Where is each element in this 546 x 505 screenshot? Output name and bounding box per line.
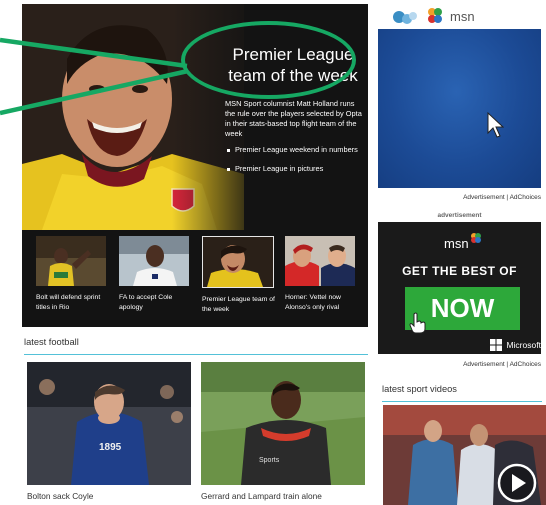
microsoft-logo-icon bbox=[490, 338, 502, 351]
news-card-gerrard-lampard[interactable]: Sports Gerrard and Lampard train alone bbox=[201, 362, 365, 501]
ad-tagline: GET THE BEST OF bbox=[402, 264, 517, 278]
msn-ad-get-the-best[interactable]: msn GET THE BEST OF NOW Microsoft bbox=[378, 222, 541, 354]
advertisement-label: advertisement bbox=[437, 212, 482, 219]
hand-cursor-icon bbox=[409, 312, 426, 334]
latest-sport-videos-heading: latest sport videos bbox=[382, 384, 542, 402]
latest-football-heading: latest football bbox=[24, 337, 368, 355]
msn-butterfly-icon bbox=[428, 8, 442, 23]
news-card-caption[interactable]: Bolton sack Coyle bbox=[27, 491, 191, 501]
shirt-number: 1895 bbox=[99, 442, 122, 453]
news-card-image[interactable]: Sports bbox=[201, 362, 365, 485]
microsoft-brand: Microsoft bbox=[490, 336, 541, 351]
ad-choices-link[interactable]: Advertisement | AdChoices bbox=[378, 361, 541, 368]
shirt-text: Sports bbox=[259, 457, 280, 464]
msn-butterfly-icon bbox=[393, 11, 417, 24]
ad-choices-link[interactable]: Advertisement | AdChoices bbox=[378, 194, 541, 201]
msn-butterfly-icon bbox=[471, 233, 481, 243]
sport-video-thumbnail[interactable] bbox=[383, 405, 546, 505]
msn-logo: msn bbox=[444, 236, 469, 251]
play-icon[interactable] bbox=[497, 463, 537, 503]
news-card-image[interactable]: 1895 bbox=[27, 362, 191, 485]
msn-ad-banner-top[interactable]: msn bbox=[378, 3, 541, 188]
ad-logo-bar: msn bbox=[378, 3, 541, 29]
microsoft-label: Microsoft bbox=[506, 339, 541, 350]
msn-logo: msn bbox=[450, 9, 475, 24]
news-card-coyle[interactable]: 1895 Bolton sack Coyle bbox=[27, 362, 191, 501]
news-card-caption[interactable]: Gerrard and Lampard train alone bbox=[201, 491, 365, 501]
mouse-pointer-icon bbox=[487, 111, 504, 138]
